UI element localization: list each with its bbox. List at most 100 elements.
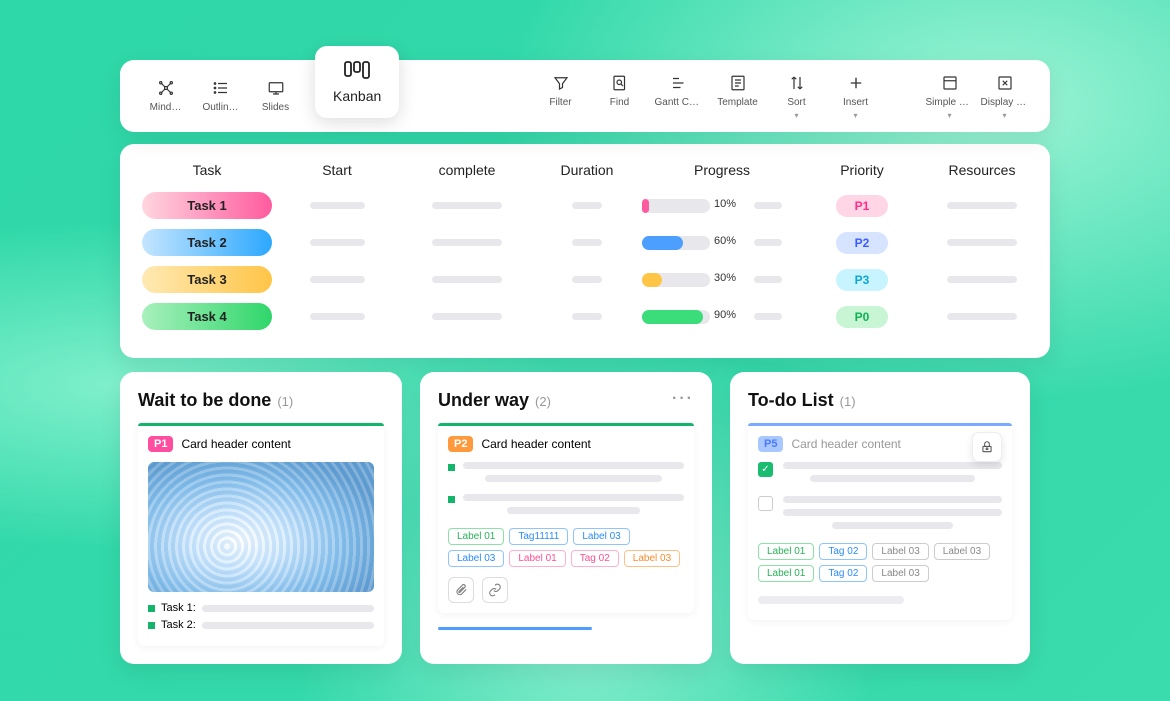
placeholder (310, 239, 365, 246)
tag[interactable]: Label 03 (448, 550, 504, 567)
tag[interactable]: Tag11111 (509, 528, 568, 545)
template-tool[interactable]: Template (710, 74, 765, 119)
col-task: Task (142, 162, 272, 178)
kanban-card[interactable]: P2 Card header content Label 01 Tag11111 L… (438, 423, 694, 613)
placeholder (572, 313, 602, 320)
kanban-boards: Wait to be done (1) P1 Card header conte… (120, 372, 1050, 664)
progress-value: 60% (714, 235, 742, 247)
progress-value: 10% (714, 198, 742, 210)
mindmap-tool[interactable]: Mind… (138, 79, 193, 113)
board-count: (1) (277, 394, 293, 409)
more-button[interactable]: ··· (672, 390, 694, 408)
progress-value: 30% (714, 272, 742, 284)
placeholder (572, 276, 602, 283)
tag[interactable]: Label 01 (509, 550, 565, 567)
table-row[interactable]: Task 4 90% P0 (142, 303, 1028, 330)
link-icon (488, 583, 502, 597)
mindmap-icon (157, 79, 175, 97)
insert-tool[interactable]: Insert ▾ (828, 74, 883, 119)
content-line (448, 494, 684, 520)
tool-label: Template (717, 97, 758, 108)
col-resources: Resources (922, 162, 1042, 178)
simple-mode-tool[interactable]: Simple Mode ▾ (922, 74, 977, 119)
placeholder (572, 239, 602, 246)
bullet-icon (148, 605, 155, 612)
card-image (148, 462, 374, 592)
board-title: Wait to be done (138, 390, 271, 411)
placeholder (754, 239, 782, 246)
kanban-tab-active[interactable]: Kanban (315, 46, 399, 118)
board-count: (1) (840, 394, 856, 409)
find-tool[interactable]: Find (592, 74, 647, 119)
chevron-down-icon: ▾ (947, 113, 951, 119)
filter-icon (552, 74, 570, 92)
task-table-panel: Task Start complete Duration Progress Pr… (120, 144, 1050, 358)
placeholder (947, 276, 1017, 283)
task-pill: Task 2 (142, 229, 272, 256)
link-button[interactable] (482, 577, 508, 603)
kanban-card[interactable]: P5 Card header content ✓ Label 01Tag 02L… (748, 423, 1012, 620)
outline-tool[interactable]: Outlin… (193, 79, 248, 113)
tag[interactable]: Label 01 (448, 528, 504, 545)
subtask-label: Task 2: (161, 619, 196, 631)
progress-value: 90% (714, 309, 742, 321)
tag[interactable]: Tag 02 (819, 565, 867, 582)
checkbox-unchecked[interactable] (758, 496, 773, 511)
checkbox-checked[interactable]: ✓ (758, 462, 773, 477)
priority-pill: P1 (836, 195, 888, 217)
gantt-icon (670, 74, 688, 92)
placeholder (432, 276, 502, 283)
bullet-icon (148, 622, 155, 629)
tag[interactable]: Tag 02 (571, 550, 619, 567)
table-row[interactable]: Task 2 60% P2 (142, 229, 1028, 256)
lock-icon (980, 440, 994, 454)
sort-tool[interactable]: Sort ▾ (769, 74, 824, 119)
tag[interactable]: Label 03 (573, 528, 629, 545)
table-header-row: Task Start complete Duration Progress Pr… (142, 162, 1028, 178)
placeholder (310, 202, 365, 209)
tag[interactable]: Label 03 (872, 565, 928, 582)
col-start: Start (272, 162, 402, 178)
table-row[interactable]: Task 3 30% P3 (142, 266, 1028, 293)
tag[interactable]: Label 03 (872, 543, 928, 560)
placeholder (432, 313, 502, 320)
kanban-card[interactable]: P1 Card header content Task 1: Task 2: (138, 423, 384, 646)
tag[interactable]: Label 01 (758, 543, 814, 560)
gantt-tool[interactable]: Gantt Chart (651, 74, 706, 119)
table-row[interactable]: Task 1 10% P1 (142, 192, 1028, 219)
progress-cell: 30% (642, 273, 802, 287)
lock-button[interactable] (972, 432, 1002, 462)
card-header: Card header content (181, 437, 290, 451)
attachment-button[interactable] (448, 577, 474, 603)
slides-icon (267, 79, 285, 97)
filter-tool[interactable]: Filter (533, 74, 588, 119)
checklist-item: ✓ (758, 462, 1002, 488)
chevron-down-icon: ▾ (794, 113, 798, 119)
slides-tool[interactable]: Slides (248, 79, 303, 113)
tag[interactable]: Label 03 (624, 550, 680, 567)
card-header: Card header content (481, 437, 590, 451)
tool-label: Outlin… (202, 102, 238, 113)
priority-badge: P2 (448, 436, 473, 452)
tag[interactable]: Label 03 (934, 543, 990, 560)
tag[interactable]: Tag 02 (819, 543, 867, 560)
progress-cell: 60% (642, 236, 802, 250)
checklist-item (758, 496, 1002, 535)
template-icon (729, 74, 747, 92)
display-set-tool[interactable]: Display Set ▾ (977, 74, 1032, 119)
tool-label: Simple Mode (926, 97, 974, 108)
placeholder (754, 313, 782, 320)
placeholder (432, 202, 502, 209)
placeholder (754, 202, 782, 209)
placeholder (202, 605, 374, 612)
bullet-icon (448, 464, 455, 471)
board-count: (2) (535, 394, 551, 409)
layout-icon (941, 74, 959, 92)
kanban-icon (343, 60, 371, 80)
tool-label: Find (610, 97, 629, 108)
placeholder (947, 239, 1017, 246)
card-header: Card header content (791, 437, 900, 451)
content-line (448, 462, 684, 488)
tool-label: Mind… (150, 102, 182, 113)
tag[interactable]: Label 01 (758, 565, 814, 582)
